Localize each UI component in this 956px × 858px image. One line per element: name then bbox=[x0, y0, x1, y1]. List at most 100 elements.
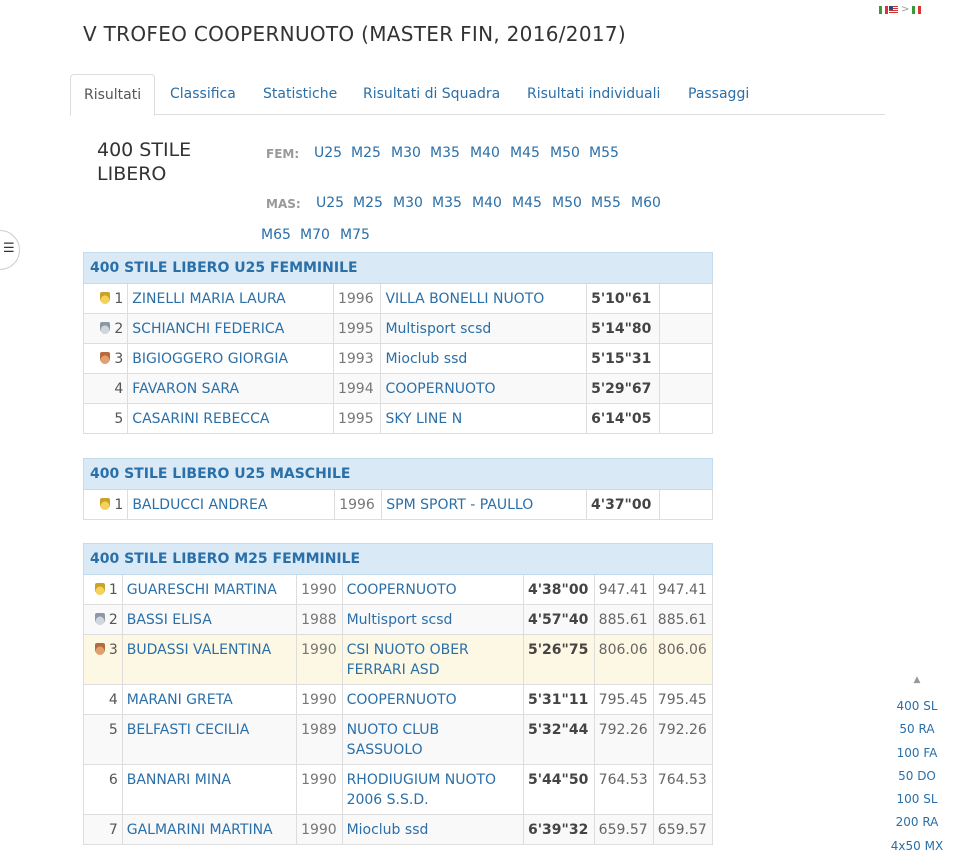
event-nav-link[interactable]: 100 FA bbox=[886, 742, 948, 765]
club-link[interactable]: CSI NUOTO OBER FERRARI ASD bbox=[347, 642, 469, 678]
fem-category-link[interactable]: M35 bbox=[430, 145, 460, 161]
italian-flag-icon[interactable] bbox=[912, 5, 922, 14]
mas-category-link[interactable]: M45 bbox=[512, 195, 542, 211]
mas-category-link[interactable]: M75 bbox=[340, 227, 370, 243]
mas-category-link[interactable]: M55 bbox=[591, 195, 621, 211]
position: 1 bbox=[108, 582, 118, 598]
athlete-link[interactable]: CASARINI REBECCA bbox=[132, 411, 269, 427]
year-cell: 1995 bbox=[332, 403, 382, 434]
scroll-up-icon[interactable]: ▲ bbox=[886, 675, 948, 695]
italian-flag-icon[interactable] bbox=[879, 5, 888, 14]
results-table: 400 STILE LIBERO M25 FEMMINILE 1 GUARESC… bbox=[83, 543, 714, 845]
club-link[interactable]: Mioclub ssd bbox=[385, 351, 467, 367]
club-link[interactable]: RHODIUGIUM NUOTO 2006 S.S.D. bbox=[347, 772, 497, 808]
club-link[interactable]: Multisport scsd bbox=[385, 321, 491, 337]
table-heading: 400 STILE LIBERO M25 FEMMINILE bbox=[83, 543, 713, 575]
athlete-cell: BASSI ELISA bbox=[121, 604, 298, 635]
empty-cell bbox=[659, 373, 713, 404]
points-cell: 792.26 bbox=[652, 714, 714, 765]
club-cell: COOPERNUOTO bbox=[341, 574, 525, 605]
tab-risultati-individuali[interactable]: Risultati individuali bbox=[527, 74, 660, 114]
tab-classifica[interactable]: Classifica bbox=[170, 74, 236, 114]
english-flag-icon[interactable] bbox=[889, 5, 898, 14]
position-cell: 5 bbox=[82, 403, 129, 434]
athlete-cell: BELFASTI CECILIA bbox=[121, 714, 298, 765]
tab-passaggi[interactable]: Passaggi bbox=[688, 74, 749, 114]
silver-medal-icon bbox=[100, 322, 111, 334]
event-nav-link[interactable]: 200 RA bbox=[886, 811, 948, 834]
menu-icon: ☰ bbox=[3, 241, 15, 256]
athlete-link[interactable]: BANNARI MINA bbox=[127, 772, 231, 788]
points-cell: 806.06 bbox=[593, 634, 654, 685]
year-cell: 1990 bbox=[296, 574, 343, 605]
year-cell: 1995 bbox=[332, 313, 382, 344]
mas-category-link[interactable]: M30 bbox=[393, 195, 423, 211]
fem-category-link[interactable]: M55 bbox=[589, 145, 619, 161]
fem-category-link[interactable]: M50 bbox=[550, 145, 580, 161]
year-cell: 1993 bbox=[332, 343, 382, 374]
athlete-link[interactable]: FAVARON SARA bbox=[132, 381, 239, 397]
event-nav-link[interactable]: 100 SL bbox=[886, 788, 948, 811]
club-link[interactable]: SPM SPORT - PAULLO bbox=[386, 497, 533, 513]
club-link[interactable]: NUOTO CLUB SASSUOLO bbox=[347, 722, 440, 758]
mas-category-link[interactable]: M65 bbox=[261, 227, 291, 243]
athlete-link[interactable]: ZINELLI MARIA LAURA bbox=[132, 291, 285, 307]
mas-category-link[interactable]: M50 bbox=[552, 195, 582, 211]
athlete-link[interactable]: BELFASTI CECILIA bbox=[127, 722, 250, 738]
empty-cell bbox=[659, 283, 713, 314]
fem-category-link[interactable]: M45 bbox=[510, 145, 540, 161]
position-cell: 7 bbox=[83, 814, 123, 845]
athlete-link[interactable]: SCHIANCHI FEDERICA bbox=[132, 321, 284, 337]
empty-cell bbox=[659, 403, 713, 434]
mas-category-link[interactable]: M40 bbox=[472, 195, 502, 211]
athlete-link[interactable]: GALMARINI MARTINA bbox=[127, 822, 273, 838]
mas-category-link[interactable]: M25 bbox=[353, 195, 383, 211]
fem-category-link[interactable]: M30 bbox=[391, 145, 421, 161]
tab-statistiche[interactable]: Statistiche bbox=[263, 74, 337, 114]
points-cell: 764.53 bbox=[652, 764, 714, 815]
athlete-link[interactable]: BIGIOGGERO GIORGIA bbox=[132, 351, 288, 367]
language-switcher[interactable]: > bbox=[879, 4, 922, 15]
time-cell: 5'10"61 bbox=[586, 283, 661, 314]
athlete-link[interactable]: MARANI GRETA bbox=[127, 692, 233, 708]
table-row: 7 GALMARINI MARTINA 1990 Mioclub ssd 6'3… bbox=[83, 814, 714, 845]
fem-category-link[interactable]: M25 bbox=[351, 145, 381, 161]
time-cell: 4'37"00 bbox=[586, 489, 661, 520]
position-cell: 4 bbox=[83, 684, 123, 715]
athlete-link[interactable]: BUDASSI VALENTINA bbox=[127, 642, 271, 658]
position-cell: 6 bbox=[83, 764, 123, 815]
event-nav-link[interactable]: 4x50 MX bbox=[886, 835, 948, 858]
club-link[interactable]: COOPERNUOTO bbox=[347, 582, 457, 598]
club-link[interactable]: Mioclub ssd bbox=[347, 822, 429, 838]
table-row: 3 BUDASSI VALENTINA 1990 CSI NUOTO OBER … bbox=[83, 634, 714, 685]
mas-category-link[interactable]: M60 bbox=[631, 195, 661, 211]
tab-risultati[interactable]: Risultati bbox=[70, 74, 156, 116]
position: 2 bbox=[108, 612, 118, 628]
club-link[interactable]: Multisport scsd bbox=[347, 612, 453, 628]
tab-risultati-squadra[interactable]: Risultati di Squadra bbox=[363, 74, 500, 114]
position-cell: 2 bbox=[82, 313, 129, 344]
fem-category-link[interactable]: M40 bbox=[470, 145, 500, 161]
athlete-cell: BANNARI MINA bbox=[121, 764, 298, 815]
event-nav-link[interactable]: 50 DO bbox=[886, 765, 948, 788]
sidebar-toggle-button[interactable]: ☰ bbox=[0, 230, 20, 270]
event-quick-nav: ▲ 400 SL 50 RA 100 FA 50 DO 100 SL 200 R… bbox=[886, 675, 948, 858]
position-cell: 1 bbox=[82, 489, 129, 520]
table-row: 1 GUARESCHI MARTINA 1990 COOPERNUOTO 4'3… bbox=[83, 574, 714, 605]
table-row: 1 ZINELLI MARIA LAURA 1996 VILLA BONELLI… bbox=[82, 283, 713, 314]
club-link[interactable]: VILLA BONELLI NUOTO bbox=[385, 291, 544, 307]
club-link[interactable]: COOPERNUOTO bbox=[347, 692, 457, 708]
athlete-link[interactable]: BASSI ELISA bbox=[127, 612, 212, 628]
mas-category-link[interactable]: M70 bbox=[300, 227, 330, 243]
athlete-link[interactable]: BALDUCCI ANDREA bbox=[132, 497, 267, 513]
club-link[interactable]: SKY LINE N bbox=[385, 411, 462, 427]
fem-category-link[interactable]: U25 bbox=[314, 145, 342, 161]
mas-category-link[interactable]: U25 bbox=[316, 195, 344, 211]
athlete-link[interactable]: GUARESCHI MARTINA bbox=[127, 582, 277, 598]
event-nav-link[interactable]: 400 SL bbox=[886, 695, 948, 718]
athlete-cell: MARANI GRETA bbox=[121, 684, 298, 715]
event-nav-link[interactable]: 50 RA bbox=[886, 718, 948, 741]
year-cell: 1990 bbox=[296, 764, 343, 815]
club-link[interactable]: COOPERNUOTO bbox=[385, 381, 495, 397]
mas-category-link[interactable]: M35 bbox=[432, 195, 462, 211]
